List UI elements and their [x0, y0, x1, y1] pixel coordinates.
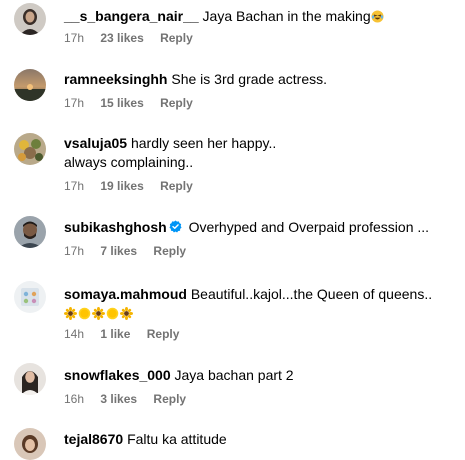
verified-badge-icon [169, 219, 182, 233]
comment-time: 17h [64, 96, 85, 110]
comment-text-line2: always complaining.. [64, 154, 194, 170]
comment-text: Jaya bachan part 2 [174, 367, 294, 383]
sunflower-icon [64, 306, 77, 320]
comment-username[interactable]: __s_bangera_nair__ [64, 8, 199, 24]
avatar[interactable] [14, 69, 46, 101]
sunflower-icon [120, 306, 133, 320]
comment-time: 17h [64, 31, 85, 45]
comment-username[interactable]: somaya.mahmoud [64, 286, 187, 302]
sunflower-icon [92, 306, 105, 320]
avatar[interactable] [14, 281, 46, 313]
avatar[interactable] [14, 216, 46, 248]
emoji-row [64, 306, 457, 320]
comment-text: hardly seen her happy.. [130, 135, 277, 151]
comment-likes[interactable]: 15 likes [100, 96, 143, 110]
comment-time: 17h [64, 179, 85, 193]
laughing-crying-face-icon [371, 9, 384, 23]
comment-text: Beautiful..kajol...the Queen of queens.. [190, 286, 433, 302]
comment-time: 16h [64, 392, 85, 406]
comment-likes[interactable]: 7 likes [100, 244, 137, 258]
comment-username[interactable]: snowflakes_000 [64, 367, 171, 383]
reply-button[interactable]: Reply [153, 244, 186, 258]
comment-likes[interactable]: 3 likes [100, 392, 137, 406]
reply-button[interactable]: Reply [153, 392, 186, 406]
avatar[interactable] [14, 133, 46, 165]
comment-username[interactable]: tejal8670 [64, 431, 123, 447]
comment-time: 14h [64, 327, 85, 341]
comment-likes[interactable]: 1 like [100, 327, 130, 341]
comment-likes[interactable]: 19 likes [100, 179, 143, 193]
comment-username[interactable]: ramneeksinghh [64, 71, 167, 87]
reply-button[interactable]: Reply [160, 31, 193, 45]
reply-button[interactable]: Reply [160, 179, 193, 193]
comment-likes[interactable]: 23 likes [100, 31, 143, 45]
comment-text: Faltu ka attitude [127, 431, 227, 447]
sun-icon [78, 306, 91, 320]
avatar[interactable] [14, 428, 46, 460]
avatar[interactable] [14, 3, 46, 35]
comment-text: She is 3rd grade actress. [171, 71, 328, 87]
avatar[interactable] [14, 363, 46, 395]
reply-button[interactable]: Reply [160, 96, 193, 110]
comment-time: 17h [64, 244, 85, 258]
comment-text: Jaya Bachan in the making [202, 8, 371, 24]
comment-username[interactable]: subikashghosh [64, 219, 167, 235]
comment-username[interactable]: vsaluja05 [64, 135, 127, 151]
comment-text: Overhyped and Overpaid profession ... [188, 219, 430, 235]
sun-icon [106, 306, 119, 320]
reply-button[interactable]: Reply [147, 327, 180, 341]
